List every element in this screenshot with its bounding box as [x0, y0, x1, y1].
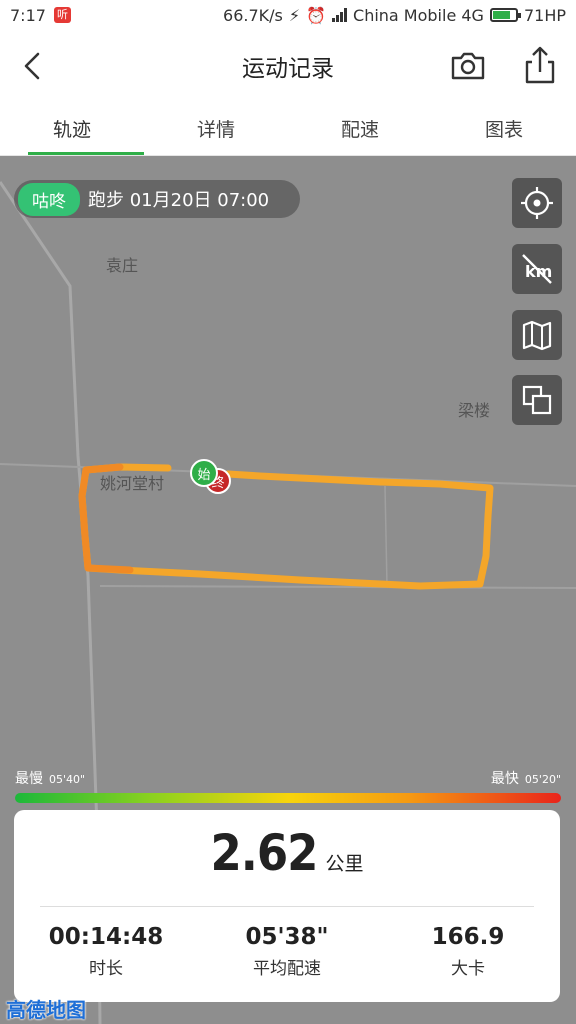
fastest-label: 最快: [490, 771, 519, 787]
map-icon: [522, 320, 552, 351]
back-arrow-icon: [24, 52, 40, 80]
place-label: 袁庄: [106, 256, 139, 275]
map-provider-logo: 高德地图: [6, 998, 86, 1022]
slowest-value: 05'40": [49, 773, 86, 786]
tab-details[interactable]: 详情: [144, 102, 288, 155]
hide-km-button[interactable]: km: [512, 244, 562, 294]
notification-badge: 听: [53, 7, 71, 23]
signal-icon: [332, 8, 348, 22]
camera-icon: [451, 52, 485, 80]
activity-info-pill: 咕咚 跑步 01月20日 07:00: [14, 180, 300, 218]
share-button[interactable]: [520, 44, 560, 86]
duration-label: 时长: [89, 959, 123, 979]
share-icon: [525, 46, 555, 84]
layers-icon: [522, 385, 552, 415]
layers-button[interactable]: [512, 375, 562, 425]
locate-icon: [521, 187, 553, 219]
place-label: 梁楼: [458, 401, 491, 420]
slowest-label: 最慢: [15, 771, 43, 787]
stat-avg-pace: 05'38" 平均配速: [217, 924, 357, 979]
battery-level: 71HP: [523, 5, 566, 25]
card-divider: [40, 906, 534, 907]
pace-gradient-bar: [15, 793, 561, 803]
fastest-value: 05'20": [524, 773, 561, 786]
tab-track[interactable]: 轨迹: [0, 102, 144, 155]
avg-pace-value: 05'38": [245, 924, 329, 950]
tab-pace[interactable]: 配速: [288, 102, 432, 155]
locate-button[interactable]: [512, 178, 562, 228]
map-road: [99, 585, 576, 589]
stat-duration: 00:14:48 时长: [36, 924, 176, 979]
avg-pace-label: 平均配速: [253, 959, 321, 979]
page-title: 运动记录: [242, 56, 334, 82]
tab-charts[interactable]: 图表: [432, 102, 576, 155]
distance-value: 2.62: [210, 824, 318, 882]
map-road: [384, 485, 388, 587]
duration-value: 00:14:48: [48, 924, 164, 950]
place-label: 姚河堂村: [100, 474, 165, 493]
hide-km-icon: km: [522, 254, 552, 284]
back-button[interactable]: [16, 48, 52, 84]
battery-icon: [489, 8, 521, 22]
app-tag: 咕咚: [18, 182, 80, 216]
network-speed: 66.7K/s: [223, 5, 283, 25]
distance-unit: 公里: [325, 853, 364, 875]
status-bar: 7:17 听 66.7K/s ⚡ ⏰ China Mobile 4G 71HP: [0, 0, 576, 30]
screenshot-button[interactable]: [448, 46, 488, 86]
status-time: 7:17: [10, 5, 46, 25]
legend-fastest: 最快 05'20": [491, 768, 561, 788]
calories-value: 166.9: [431, 924, 505, 950]
tab-bar: 轨迹 详情 配速 图表: [0, 102, 576, 156]
mute-icon: ⚡: [288, 5, 301, 25]
map-mode-button[interactable]: [512, 310, 562, 360]
summary-card: 2.62 公里 00:14:48 时长 05'38" 平均配速 166.9 大卡: [14, 810, 560, 1002]
start-marker: 始: [190, 459, 218, 487]
carrier-name: China Mobile 4G: [353, 5, 484, 25]
stat-calories: 166.9 大卡: [398, 924, 538, 979]
app-bar: 运动记录: [0, 30, 576, 102]
alarm-icon: ⏰: [306, 5, 327, 25]
activity-summary: 跑步 01月20日 07:00: [88, 190, 270, 211]
distance-block: 2.62 公里: [14, 824, 560, 882]
legend-slowest: 最慢 05'40": [15, 768, 85, 788]
calories-label: 大卡: [451, 959, 485, 979]
